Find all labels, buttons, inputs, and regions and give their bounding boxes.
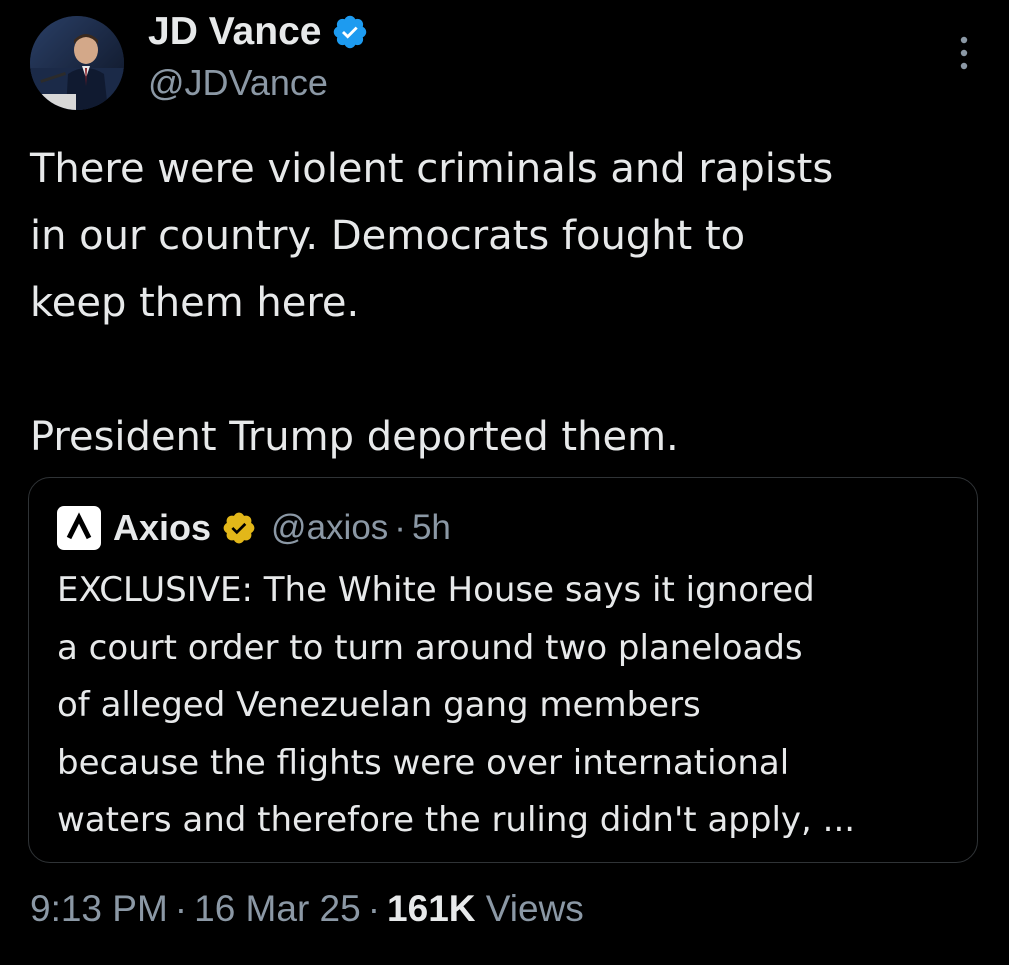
more-vertical-icon [960,36,968,70]
separator-dot: · [367,888,381,929]
tweet-time[interactable]: 9:13 PM [30,888,168,929]
more-options-button[interactable] [950,34,978,72]
separator-dot: · [394,508,406,547]
quote-display-name[interactable]: Axios [113,507,211,549]
separator-dot: · [174,888,188,929]
profile-photo [30,16,124,110]
tweet-line: There were violent criminals and rapists [30,146,834,192]
author-name-text[interactable]: JD Vance [148,10,321,54]
quote-line: because the flights were over internatio… [57,742,790,783]
tweet-line: President Trump deported them. [30,414,679,460]
tweet-text: There were violent criminals and rapists… [30,136,980,471]
views-label: Views [485,888,584,929]
quote-line: waters and therefore the ruling didn't a… [57,800,856,840]
quote-line: EXCLUSIVE: The White House says it ignor… [57,570,815,610]
quote-tweet-card[interactable]: Axios @axios · 5h EXCLUSIVE: The White H… [28,477,978,863]
quote-text: EXCLUSIVE: The White House says it ignor… [57,562,962,850]
quote-timestamp[interactable]: 5h [412,508,451,548]
quote-line: a court order to turn around two planelo… [57,627,803,668]
tweet-date[interactable]: 16 Mar 25 [194,888,361,929]
quote-line: of alleged Venezuelan gang members [57,685,701,725]
quote-handle[interactable]: @axios [271,508,388,548]
tweet-line: keep them here. [30,280,360,326]
avatar[interactable] [30,16,124,110]
quote-header: Axios @axios · 5h [57,506,451,550]
tweet-meta: 9:13 PM · 16 Mar 25 · 161K Views [30,888,584,930]
gold-check-icon [221,510,257,546]
views-count[interactable]: 161K [387,888,475,929]
author-handle[interactable]: @JDVance [148,62,328,104]
blue-check-icon [331,13,369,51]
axios-logo-icon[interactable] [57,506,101,550]
author-display-name[interactable]: JD Vance [148,10,369,54]
tweet-line: in our country. Democrats fought to [30,213,746,259]
